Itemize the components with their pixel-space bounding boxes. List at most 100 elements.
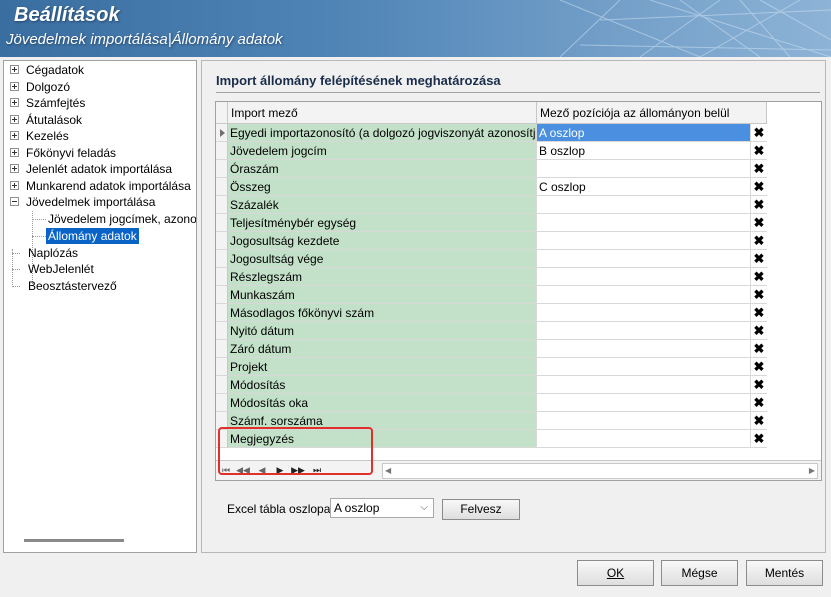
import-field-cell[interactable]: Jogosultság vége xyxy=(228,250,537,268)
expand-icon[interactable] xyxy=(10,181,19,190)
import-field-cell[interactable]: Nyitó dátum xyxy=(228,322,537,340)
position-cell[interactable]: C oszlop xyxy=(537,178,751,196)
delete-icon[interactable]: ✖ xyxy=(751,412,767,430)
import-field-cell[interactable]: Módosítás xyxy=(228,376,537,394)
import-field-cell[interactable]: Munkaszám xyxy=(228,286,537,304)
import-field-cell[interactable]: Teljesítménybér egység xyxy=(228,214,537,232)
position-cell[interactable] xyxy=(537,394,751,412)
row-indicator[interactable] xyxy=(216,160,228,178)
row-indicator[interactable] xyxy=(216,232,228,250)
section-divider xyxy=(216,92,820,93)
row-indicator[interactable] xyxy=(216,214,228,232)
expand-icon[interactable] xyxy=(10,164,19,173)
tree-horizontal-scrollbar[interactable] xyxy=(24,539,124,542)
section-title: Import állomány felépítésének meghatároz… xyxy=(216,73,501,88)
position-cell[interactable]: A oszlop xyxy=(537,124,751,142)
delete-icon[interactable]: ✖ xyxy=(751,268,767,286)
expand-icon[interactable] xyxy=(10,98,19,107)
position-cell[interactable] xyxy=(537,160,751,178)
delete-icon[interactable]: ✖ xyxy=(751,340,767,358)
ok-button[interactable]: OK xyxy=(577,560,654,586)
delete-icon[interactable]: ✖ xyxy=(751,358,767,376)
delete-icon[interactable]: ✖ xyxy=(751,430,767,448)
import-field-cell[interactable]: Óraszám xyxy=(228,160,537,178)
delete-icon[interactable]: ✖ xyxy=(751,124,767,142)
import-field-cell[interactable]: Módosítás oka xyxy=(228,394,537,412)
delete-icon[interactable]: ✖ xyxy=(751,178,767,196)
position-cell[interactable] xyxy=(537,304,751,322)
row-indicator[interactable] xyxy=(216,322,228,340)
row-indicator[interactable] xyxy=(216,124,228,142)
chevron-down-icon[interactable]: ⌵ xyxy=(420,499,428,517)
row-indicator[interactable] xyxy=(216,142,228,160)
position-cell[interactable] xyxy=(537,232,751,250)
row-indicator[interactable] xyxy=(216,358,228,376)
column-header-import-mezo[interactable]: Import mező xyxy=(228,102,537,124)
position-cell[interactable] xyxy=(537,214,751,232)
position-cell[interactable] xyxy=(537,286,751,304)
settings-tree[interactable]: Cégadatok Dolgozó Számfejtés Átutalások … xyxy=(3,60,197,553)
collapse-icon[interactable] xyxy=(10,197,19,206)
cancel-button[interactable]: Mégse xyxy=(661,560,738,586)
import-field-cell[interactable]: Másodlagos főkönyvi szám xyxy=(228,304,537,322)
delete-icon[interactable]: ✖ xyxy=(751,286,767,304)
import-field-cell[interactable]: Jövedelem jogcím xyxy=(228,142,537,160)
save-button[interactable]: Mentés xyxy=(746,560,823,586)
column-header-pozicio[interactable]: Mező pozíciója az állományon belül xyxy=(537,102,767,124)
position-cell[interactable] xyxy=(537,196,751,214)
row-indicator[interactable] xyxy=(216,376,228,394)
import-field-cell[interactable]: Záró dátum xyxy=(228,340,537,358)
delete-icon[interactable]: ✖ xyxy=(751,304,767,322)
save-label: Mentés xyxy=(764,566,805,580)
expand-icon[interactable] xyxy=(10,115,19,124)
import-field-cell[interactable]: Jogosultság kezdete xyxy=(228,232,537,250)
delete-icon[interactable]: ✖ xyxy=(751,322,767,340)
delete-icon[interactable]: ✖ xyxy=(751,376,767,394)
delete-icon[interactable]: ✖ xyxy=(751,196,767,214)
highlight-box xyxy=(218,427,373,475)
delete-icon[interactable]: ✖ xyxy=(751,214,767,232)
import-field-cell[interactable]: Összeg xyxy=(228,178,537,196)
position-cell[interactable] xyxy=(537,268,751,286)
import-field-cell[interactable]: Projekt xyxy=(228,358,537,376)
excel-column-select[interactable]: A oszlop ⌵ xyxy=(330,498,434,518)
grid-horizontal-scrollbar[interactable]: ◀ ▶ xyxy=(382,463,818,479)
delete-icon[interactable]: ✖ xyxy=(751,142,767,160)
felvesz-button[interactable]: Felvesz xyxy=(442,499,520,520)
row-indicator[interactable] xyxy=(216,340,228,358)
position-cell[interactable] xyxy=(537,412,751,430)
row-indicator[interactable] xyxy=(216,394,228,412)
position-cell[interactable] xyxy=(537,358,751,376)
excel-column-label: Excel tábla oszlopa xyxy=(227,502,331,516)
delete-icon[interactable]: ✖ xyxy=(751,232,767,250)
position-cell[interactable] xyxy=(537,430,751,448)
tree-connector xyxy=(12,249,13,285)
position-cell[interactable] xyxy=(537,250,751,268)
row-indicator[interactable] xyxy=(216,286,228,304)
row-indicator[interactable] xyxy=(216,304,228,322)
row-indicator[interactable] xyxy=(216,268,228,286)
import-fields-grid[interactable]: Import mező Mező pozíciója az állományon… xyxy=(215,101,822,481)
position-cell[interactable] xyxy=(537,340,751,358)
tree-connector xyxy=(12,286,20,287)
row-indicator[interactable] xyxy=(216,178,228,196)
expand-icon[interactable] xyxy=(10,65,19,74)
import-field-cell[interactable]: Egyedi importazonosító (a dolgozó jogvis… xyxy=(228,124,537,142)
import-field-cell[interactable]: Részlegszám xyxy=(228,268,537,286)
row-indicator[interactable] xyxy=(216,196,228,214)
scroll-left-icon[interactable]: ◀ xyxy=(385,464,391,478)
expand-icon[interactable] xyxy=(10,82,19,91)
expand-icon[interactable] xyxy=(10,148,19,157)
delete-icon[interactable]: ✖ xyxy=(751,394,767,412)
position-cell[interactable]: B oszlop xyxy=(537,142,751,160)
expand-icon[interactable] xyxy=(10,131,19,140)
import-field-cell[interactable]: Százalék xyxy=(228,196,537,214)
position-cell[interactable] xyxy=(537,322,751,340)
position-cell[interactable] xyxy=(537,376,751,394)
excel-column-value: A oszlop xyxy=(334,501,380,515)
tree-connector xyxy=(12,269,20,270)
delete-icon[interactable]: ✖ xyxy=(751,250,767,268)
scroll-right-icon[interactable]: ▶ xyxy=(809,464,815,478)
delete-icon[interactable]: ✖ xyxy=(751,160,767,178)
row-indicator[interactable] xyxy=(216,250,228,268)
